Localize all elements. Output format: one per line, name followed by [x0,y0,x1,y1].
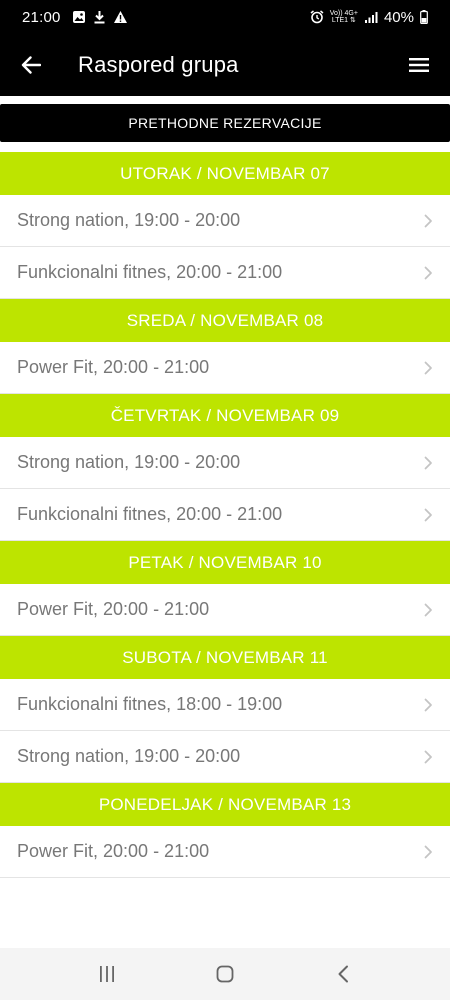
chevron-right-icon [419,603,433,617]
session-label: Funkcionalni fitnes, 20:00 - 21:00 [17,262,283,282]
signal-icon [364,11,378,24]
arrow-left-icon [21,56,41,74]
battery-icon [420,10,428,24]
page-title: Raspored grupa [78,52,239,77]
status-bar: 21:00 Vo)) 4G+ LTE1 ⇅ 40% [0,0,450,34]
chevron-left-icon [338,965,348,983]
status-time: 21:00 [22,8,61,26]
session-row[interactable]: Strong nation, 19:00 - 20:00 [0,195,450,247]
download-icon [93,10,106,24]
home-icon [216,965,234,983]
session-label: Funkcionalni fitnes, 18:00 - 19:00 [17,694,283,714]
session-row[interactable]: Power Fit, 20:00 - 21:00 [0,826,450,878]
network-bottom-label: LTE1 ⇅ [331,17,356,24]
session-label: Power Fit, 20:00 - 21:00 [17,357,210,377]
chevron-right-icon [419,750,433,764]
chevron-right-icon [419,214,433,228]
session-label: Power Fit, 20:00 - 21:00 [17,841,210,861]
day-header: SREDA / NOVEMBAR 08 [0,299,450,342]
session-label: Power Fit, 20:00 - 21:00 [17,599,210,619]
day-header: ČETVRTAK / NOVEMBAR 09 [0,394,450,437]
chevron-right-icon [419,361,433,375]
warning-icon [113,10,128,24]
chevron-right-icon [419,266,433,280]
session-row[interactable]: Power Fit, 20:00 - 21:00 [0,584,450,636]
session-label: Strong nation, 19:00 - 20:00 [17,452,241,472]
chevron-right-icon [419,845,433,859]
hamburger-menu-icon [409,58,429,72]
day-header: PETAK / NOVEMBAR 10 [0,541,450,584]
session-row[interactable]: Funkcionalni fitnes, 20:00 - 21:00 [0,489,450,541]
alarm-icon [310,10,324,24]
network-top-label: Vo)) 4G+ [329,10,358,17]
chevron-right-icon [419,508,433,522]
chevron-right-icon [419,456,433,470]
recent-apps-icon [100,966,114,982]
session-label: Strong nation, 19:00 - 20:00 [17,210,241,230]
home-button[interactable] [201,954,249,994]
app-bar: Raspored grupa [0,34,450,96]
day-header: UTORAK / NOVEMBAR 07 [0,152,450,195]
session-row[interactable]: Funkcionalni fitnes, 20:00 - 21:00 [0,247,450,299]
session-row[interactable]: Funkcionalni fitnes, 18:00 - 19:00 [0,679,450,731]
session-row[interactable]: Power Fit, 20:00 - 21:00 [0,342,450,394]
chevron-right-icon [419,698,433,712]
menu-button[interactable] [388,34,450,96]
back-button[interactable] [0,34,62,96]
system-navigation-bar [0,948,450,1000]
network-indicator: Vo)) 4G+ LTE1 ⇅ [330,10,358,24]
day-header: PONEDELJAK / NOVEMBAR 13 [0,783,450,826]
schedule-list: UTORAK / NOVEMBAR 07 Strong nation, 19:00… [0,152,450,878]
session-label: Funkcionalni fitnes, 20:00 - 21:00 [17,504,283,524]
session-row[interactable]: Strong nation, 19:00 - 20:00 [0,437,450,489]
system-back-button[interactable] [319,954,367,994]
gallery-icon [72,10,86,24]
battery-percentage: 40% [383,8,414,26]
session-row[interactable]: Strong nation, 19:00 - 20:00 [0,731,450,783]
session-label: Strong nation, 19:00 - 20:00 [17,746,241,766]
previous-reservations-button[interactable]: PRETHODNE REZERVACIJE [0,104,450,142]
recent-apps-button[interactable] [83,954,131,994]
day-header: SUBOTA / NOVEMBAR 11 [0,636,450,679]
